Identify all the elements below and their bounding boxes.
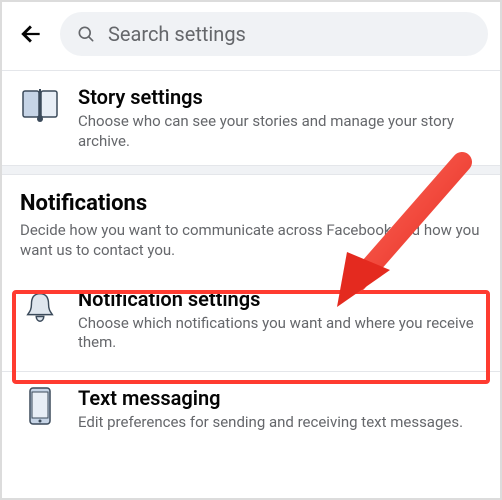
text-messaging-title: Text messaging: [78, 386, 482, 410]
story-icon: [20, 85, 60, 125]
story-settings-row[interactable]: Story settings Choose who can see your s…: [2, 71, 500, 165]
text-messaging-sub: Edit preferences for sending and receivi…: [78, 413, 482, 433]
story-settings-sub: Choose who can see your stories and mana…: [78, 112, 482, 151]
notification-settings-sub: Choose which notifications you want and …: [78, 314, 482, 353]
notifications-description: Decide how you want to communicate acros…: [20, 220, 482, 261]
back-button[interactable]: [14, 17, 48, 51]
search-input[interactable]: Search settings: [60, 12, 488, 56]
story-settings-title: Story settings: [78, 85, 482, 109]
notifications-section-header: Notifications Decide how you want to com…: [2, 175, 500, 269]
search-placeholder: Search settings: [108, 22, 246, 46]
notification-settings-row[interactable]: Notification settings Choose which notif…: [2, 269, 500, 371]
back-arrow-icon: [18, 21, 44, 47]
section-divider: [2, 165, 500, 175]
search-icon: [76, 24, 96, 44]
notifications-heading: Notifications: [20, 191, 482, 216]
bell-icon: [20, 287, 60, 327]
notification-settings-title: Notification settings: [78, 287, 482, 311]
phone-icon: [20, 386, 60, 426]
text-messaging-row[interactable]: Text messaging Edit preferences for send…: [2, 372, 500, 447]
